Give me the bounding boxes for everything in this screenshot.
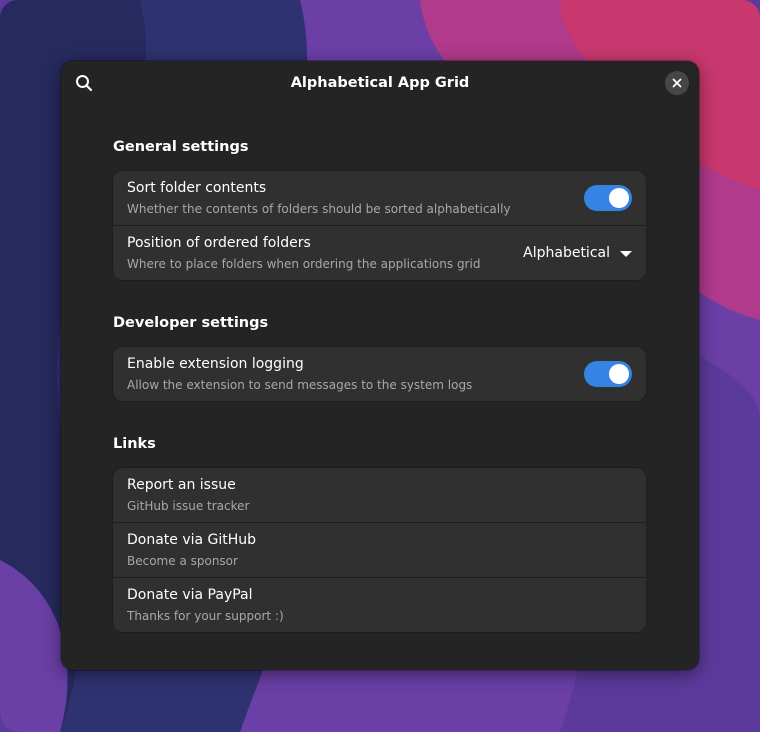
- link-title: Donate via PayPal: [127, 587, 253, 603]
- logging-switch[interactable]: [584, 361, 632, 387]
- link-subtitle: Thanks for your support :): [127, 609, 284, 623]
- developer-settings-group: Enable extension logging Allow the exten…: [113, 347, 646, 401]
- link-subtitle: GitHub issue tracker: [127, 499, 250, 513]
- close-icon: [672, 78, 682, 88]
- link-title: Donate via GitHub: [127, 532, 257, 548]
- link-row-donate-paypal[interactable]: Donate via PayPal Thanks for your suppor…: [113, 577, 646, 632]
- links-heading: Links: [113, 436, 156, 452]
- logging-subtitle: Allow the extension to send messages to …: [127, 378, 473, 392]
- switch-knob: [609, 188, 629, 208]
- position-folders-row[interactable]: Position of ordered folders Where to pla…: [113, 225, 646, 280]
- close-button[interactable]: [665, 71, 689, 95]
- preferences-window: Alphabetical App Grid General settings S…: [61, 61, 699, 670]
- developer-settings-heading: Developer settings: [113, 315, 269, 331]
- link-row-report-issue[interactable]: Report an issue GitHub issue tracker: [113, 468, 646, 522]
- sort-folder-switch[interactable]: [584, 185, 632, 211]
- position-folders-dropdown[interactable]: Alphabetical: [523, 243, 632, 263]
- sort-folder-subtitle: Whether the contents of folders should b…: [127, 202, 511, 216]
- link-row-donate-github[interactable]: Donate via GitHub Become a sponsor: [113, 522, 646, 577]
- chevron-down-icon: [620, 250, 632, 257]
- position-folders-title: Position of ordered folders: [127, 235, 311, 251]
- logging-title: Enable extension logging: [127, 356, 304, 372]
- link-title: Report an issue: [127, 477, 236, 493]
- headerbar: Alphabetical App Grid: [61, 61, 699, 105]
- logging-row[interactable]: Enable extension logging Allow the exten…: [113, 347, 646, 401]
- preferences-content: General settings Sort folder contents Wh…: [113, 137, 646, 632]
- switch-knob: [609, 364, 629, 384]
- links-group: Report an issue GitHub issue tracker Don…: [113, 468, 646, 632]
- sort-folder-row[interactable]: Sort folder contents Whether the content…: [113, 171, 646, 225]
- general-settings-heading: General settings: [113, 139, 249, 155]
- general-settings-group: Sort folder contents Whether the content…: [113, 171, 646, 280]
- dropdown-selected-value: Alphabetical: [523, 245, 610, 261]
- sort-folder-title: Sort folder contents: [127, 180, 267, 196]
- position-folders-subtitle: Where to place folders when ordering the…: [127, 257, 481, 271]
- window-title: Alphabetical App Grid: [290, 75, 470, 91]
- link-subtitle: Become a sponsor: [127, 554, 238, 568]
